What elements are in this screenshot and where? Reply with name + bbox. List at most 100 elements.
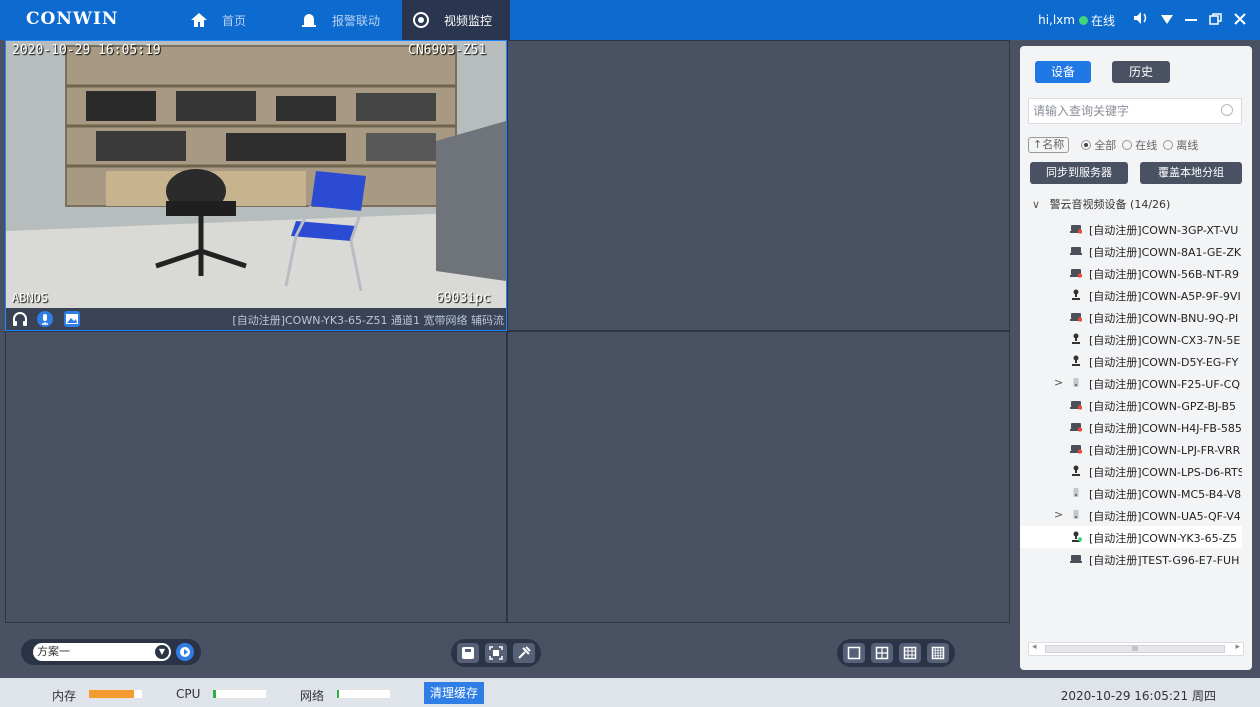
home-icon [191,13,207,27]
scroll-right-icon[interactable]: ▸ [1235,642,1240,652]
device-tree-item[interactable]: [自动注册]COWN-3GP-XT-VU [1020,218,1242,240]
chevron-right-icon[interactable]: > [1054,508,1063,521]
device-tree-item-label: [自动注册]COWN-MC5-B4-V8 [1089,488,1242,501]
device-tree-item-label: [自动注册]COWN-A5P-9F-9VI [1089,290,1241,303]
close-icon[interactable] [1234,11,1246,29]
video-cell-3[interactable] [5,331,507,623]
device-tree-item[interactable]: [自动注册]COWN-8A1-GE-ZK [1020,240,1242,262]
cpu-meter-fill [213,690,217,698]
tab-label: 首页 [222,13,247,28]
layout-4-button[interactable] [871,643,893,663]
device-tree-item[interactable]: [自动注册]COWN-YK3-65-Z5 [1020,526,1242,548]
device-tree-item-label: [自动注册]COWN-F25-UF-CQ [1089,378,1240,391]
horizontal-scrollbar[interactable]: ◂ III ▸ [1028,642,1244,656]
plan-selector-group: 方案一 ▼ [21,639,201,665]
memory-label: 内存 [52,689,77,703]
nvr-device-icon [1070,269,1082,278]
chevron-down-icon[interactable]: ▼ [155,645,169,659]
layout-16-button[interactable] [927,643,949,663]
video-toolbar: 方案一 ▼ [5,623,1010,678]
device-tree-item[interactable]: [自动注册]COWN-CX3-7N-5E [1020,328,1242,350]
plan-select[interactable]: 方案一 ▼ [33,643,171,661]
device-tree-item[interactable]: [自动注册]COWN-H4J-FB-585 [1020,416,1242,438]
tab-device[interactable]: 设备 [1035,61,1091,83]
nvr-device-icon [1070,555,1082,563]
device-tree-item[interactable]: [自动注册]TEST-G96-E7-FUH [1020,548,1242,570]
device-sidebar: 设备 历史 请输入查询关键字 ↑名称 全部 在线 离线 同步到服务器 覆盖本地分… [1020,46,1252,670]
device-tree-item[interactable]: [自动注册]COWN-56B-NT-R9 [1020,262,1242,284]
play-plan-button[interactable] [176,643,194,661]
device-tree-item[interactable]: [自动注册]COWN-LPS-D6-RTS [1020,460,1242,482]
channel-label: [自动注册]COWN-YK3-65-Z51 通道1 宽带网络 辅码流 [232,314,504,327]
device-tree-item[interactable]: > [自动注册]COWN-UA5-QF-V4 [1020,504,1242,526]
filter-offline-radio[interactable] [1163,140,1174,150]
video-cell-2[interactable] [507,40,1010,331]
device-tree-item[interactable]: [自动注册]COWN-LPJ-FR-VRR [1020,438,1242,460]
video-cell-4[interactable] [507,331,1010,623]
cpu-label: CPU [176,687,201,701]
search-input[interactable]: 请输入查询关键字 [1028,98,1242,124]
device-tree-item-label: [自动注册]COWN-8A1-GE-ZK [1089,246,1242,259]
live-info-bar: [自动注册]COWN-YK3-65-Z51 通道1 宽带网络 辅码流 [6,308,506,330]
tools-button[interactable] [513,643,535,663]
clear-cache-button[interactable]: 清理缓存 [424,682,484,704]
camera-device-icon [1072,531,1082,542]
layout-1-button[interactable] [843,643,865,663]
tree-root-label: 警云音视频设备 (14/26) [1049,198,1171,211]
scrollbar-thumb[interactable]: III [1045,645,1225,653]
headphones-icon[interactable] [12,311,28,327]
video-cell-1-live[interactable]: 2020-10-29 16:05:19 CN6903-Z51 ABNOS 690… [5,40,507,331]
phone-device-icon [1073,378,1079,387]
device-tree-item-label: [自动注册]COWN-UA5-QF-V4 [1089,510,1241,523]
overwrite-local-group-button[interactable]: 覆盖本地分组 [1140,162,1242,184]
tab-video-monitor[interactable]: 视频监控 [402,0,510,40]
tab-home[interactable]: 首页 [180,0,256,40]
device-tree-item-label: [自动注册]TEST-G96-E7-FUH [1089,554,1240,567]
device-tree-item[interactable]: [自动注册]COWN-GPZ-BJ-B5 [1020,394,1242,416]
device-tree-item[interactable]: [自动注册]COWN-A5P-9F-9VI [1020,284,1242,306]
osd-watermark-right: 6903ipc [436,291,491,306]
nvr-device-icon [1070,445,1082,454]
tree-root[interactable]: ∨ 警云音视频设备 (14/26) [1032,196,1170,212]
sync-to-server-button[interactable]: 同步到服务器 [1030,162,1128,184]
plan-select-value: 方案一 [37,645,70,658]
layout-tool-group [837,639,955,667]
volume-icon[interactable] [1133,11,1149,29]
camera-device-icon [1072,465,1080,476]
device-tree-item[interactable]: [自动注册]COWN-BNU-9Q-PI [1020,306,1242,328]
tab-label: 报警联动 [332,13,381,28]
fullscreen-button[interactable] [485,643,507,663]
status-bar: 内存 CPU 网络 清理缓存 2020-10-29 16:05:21 周四 [0,678,1260,707]
scroll-left-icon[interactable]: ◂ [1032,642,1037,652]
snapshot-icon[interactable] [64,311,80,327]
tab-history[interactable]: 历史 [1112,61,1170,83]
device-tree-item[interactable]: [自动注册]COWN-D5Y-EG-FY [1020,350,1242,372]
device-tree-item[interactable]: > [自动注册]COWN-F25-UF-CQ [1020,372,1242,394]
save-button[interactable] [457,643,479,663]
phone-device-icon [1073,488,1079,497]
camera-device-icon [1072,355,1080,366]
minimize-icon[interactable] [1185,11,1197,29]
microphone-icon[interactable] [37,311,53,327]
user-status: 在线 [1090,13,1115,28]
device-tree-item[interactable]: [自动注册]COWN-MC5-B4-V8 [1020,482,1242,504]
filter-all-radio[interactable] [1081,140,1092,150]
user-area: hi,lxm 在线 [1038,0,1246,40]
tab-alarm-linkage[interactable]: 报警联动 [290,0,390,40]
search-icon[interactable] [1221,104,1233,116]
cpu-meter [212,689,267,699]
sort-by-name-button[interactable]: ↑名称 [1028,137,1070,153]
dropdown-icon[interactable] [1161,11,1173,29]
device-tree-item-label: [自动注册]COWN-YK3-65-Z5 [1089,532,1238,545]
osd-watermark-left: ABNOS [12,291,49,305]
title-bar: CONWIN 首页 报警联动 视频监控 hi,lxm 在线 [0,0,1260,40]
chevron-down-icon[interactable]: ∨ [1032,198,1040,211]
device-tree-item-label: [自动注册]COWN-CX3-7N-5E [1089,334,1241,347]
video-monitor-icon [413,12,429,28]
network-meter-fill [337,690,339,698]
layout-1-icon [847,646,861,660]
restore-icon[interactable] [1209,11,1222,29]
layout-9-button[interactable] [899,643,921,663]
filter-online-radio[interactable] [1122,140,1133,150]
chevron-right-icon[interactable]: > [1054,376,1063,389]
